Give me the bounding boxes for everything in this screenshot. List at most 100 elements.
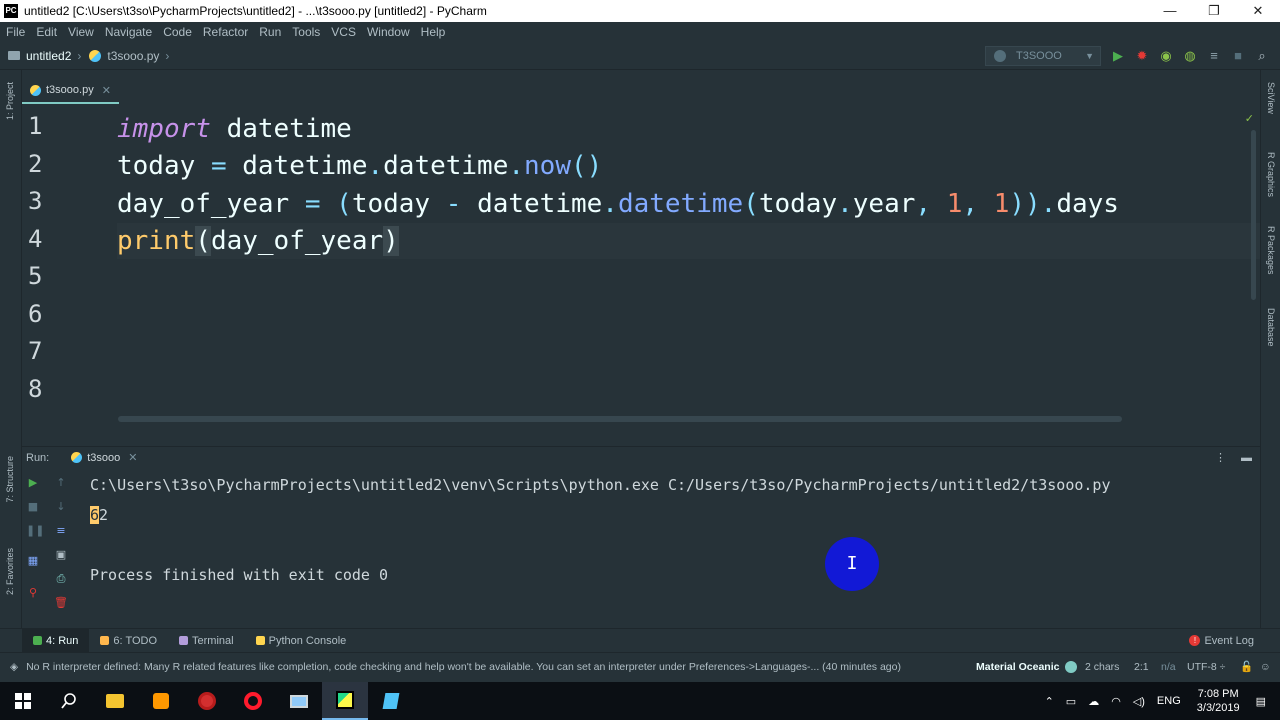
code-token: .: [508, 151, 525, 181]
code-token: today: [758, 189, 838, 219]
menu-code[interactable]: Code: [163, 25, 192, 39]
run-configuration-label: T3SOOO: [1016, 50, 1062, 62]
tool-todo[interactable]: 6: TODO: [89, 629, 168, 653]
run-console[interactable]: C:\Users\t3so\PycharmProjects\untitled2\…: [80, 470, 1260, 626]
run-tab-t3sooo[interactable]: t3sooo ✕: [71, 451, 138, 464]
close-run-tab-icon[interactable]: ✕: [128, 451, 137, 464]
clear-icon[interactable]: 🗑: [54, 596, 68, 610]
vertical-scrollbar[interactable]: [1251, 130, 1256, 300]
line-number: 2: [28, 150, 43, 178]
pause-icon[interactable]: ❚❚: [26, 524, 44, 538]
breadcrumb-project[interactable]: untitled2: [26, 49, 71, 63]
code-token: datetime: [617, 189, 744, 219]
show-hidden-icons[interactable]: ⌃: [1045, 695, 1054, 708]
minimize-button[interactable]: —: [1148, 0, 1192, 22]
sublime-text-icon[interactable]: [138, 682, 184, 720]
tool-event-log[interactable]: ! Event Log: [1189, 635, 1254, 647]
soft-wrap-icon[interactable]: ≡: [54, 524, 68, 538]
status-message[interactable]: No R interpreter defined: Many R related…: [26, 661, 901, 673]
run-toolbar: ▶ ↑ ■ ↓ ❚❚ ≡ ▦ ▣ ⎙ ⚲ 🗑: [22, 470, 80, 620]
volume-icon[interactable]: ◁): [1133, 695, 1145, 708]
tool-terminal[interactable]: Terminal: [168, 629, 245, 653]
tool-todo-label: 6: TODO: [113, 634, 158, 647]
line-separator[interactable]: n/a: [1161, 661, 1176, 673]
notes-app-icon[interactable]: [368, 682, 414, 720]
clock[interactable]: 7:08 PM 3/3/2019: [1197, 687, 1240, 715]
close-tab-icon[interactable]: ✕: [102, 84, 111, 97]
tab-t3sooo[interactable]: t3sooo.py ✕: [22, 78, 119, 104]
battery-icon[interactable]: ▭: [1066, 695, 1076, 708]
search-everywhere-icon[interactable]: ⌕: [1250, 48, 1274, 64]
pin-icon[interactable]: ⚲: [26, 586, 40, 600]
chevron-right-icon: ›: [165, 48, 170, 63]
code-token: (): [571, 151, 603, 181]
close-button[interactable]: ✕: [1236, 0, 1280, 22]
settings-icon[interactable]: ⋮: [1215, 451, 1226, 464]
restore-layout-icon[interactable]: ▦: [26, 554, 40, 568]
run-icon[interactable]: ▶: [1106, 48, 1130, 64]
caret-position[interactable]: 2:1: [1134, 661, 1149, 673]
menu-run[interactable]: Run: [259, 25, 281, 39]
code-editor[interactable]: 1 2 3 4 5 6 7 8 import datetime today = …: [22, 110, 1260, 428]
r-graphics-tool-button[interactable]: R Graphics: [1266, 152, 1276, 197]
notifications-icon[interactable]: ▤: [1256, 695, 1266, 708]
code-token: datetime: [226, 114, 352, 144]
clock-date: 3/3/2019: [1196, 702, 1240, 714]
search-icon[interactable]: [46, 682, 92, 720]
line-number: 4: [28, 225, 43, 253]
hide-panel-icon[interactable]: ▬: [1241, 452, 1252, 464]
wifi-icon[interactable]: ◠: [1111, 695, 1121, 708]
project-tool-button[interactable]: 1: Project: [5, 82, 15, 120]
sciview-tool-button[interactable]: SciView: [1266, 82, 1276, 114]
code-area[interactable]: import datetime today = datetime.datetim…: [117, 110, 1260, 428]
record-app-icon[interactable]: [184, 682, 230, 720]
code-token: =: [304, 189, 321, 219]
hector-icon[interactable]: ☺: [1260, 661, 1271, 673]
maximize-button[interactable]: ❐: [1192, 0, 1236, 22]
database-tool-button[interactable]: Database: [1266, 308, 1276, 347]
pycharm-taskbar-icon[interactable]: [322, 682, 368, 720]
stop-icon[interactable]: ■: [1226, 48, 1250, 64]
menu-window[interactable]: Window: [367, 25, 410, 39]
theme-name[interactable]: Material Oceanic: [976, 661, 1059, 673]
code-token: .: [367, 151, 384, 181]
menu-navigate[interactable]: Navigate: [105, 25, 152, 39]
menu-view[interactable]: View: [68, 25, 94, 39]
computer-icon[interactable]: [276, 682, 322, 720]
menu-file[interactable]: File: [6, 25, 25, 39]
tool-python-console[interactable]: Python Console: [245, 629, 358, 653]
profile-icon[interactable]: ◍: [1178, 48, 1202, 64]
menu-vcs[interactable]: VCS: [331, 25, 356, 39]
menu-refactor[interactable]: Refactor: [203, 25, 248, 39]
scroll-down-icon[interactable]: ↓: [54, 500, 68, 514]
export-icon[interactable]: ▣: [54, 548, 68, 562]
navigation-bar: untitled2 › t3sooo.py › T3SOOO ▼ ▶ ✹ ◉ ◍…: [0, 42, 1280, 70]
opera-icon[interactable]: [230, 682, 276, 720]
menu-edit[interactable]: Edit: [36, 25, 57, 39]
lock-icon[interactable]: 🔓: [1240, 660, 1253, 673]
run-configuration-select[interactable]: T3SOOO ▼: [985, 46, 1101, 66]
concurrency-icon[interactable]: ≡: [1202, 48, 1226, 64]
menu-tools[interactable]: Tools: [292, 25, 320, 39]
breadcrumb-file[interactable]: t3sooo.py: [107, 49, 159, 63]
file-explorer-icon[interactable]: [92, 682, 138, 720]
scroll-up-icon[interactable]: ↑: [54, 476, 68, 490]
line-number: 3: [28, 187, 43, 215]
windows-start-icon[interactable]: [0, 682, 46, 720]
stop-icon[interactable]: ■: [26, 500, 40, 514]
print-icon[interactable]: ⎙: [54, 572, 68, 586]
structure-tool-button[interactable]: 7: Structure: [5, 456, 15, 503]
system-tray: ⌃ ▭ ☁ ◠ ◁) ENG 7:08 PM 3/3/2019 ▤: [1039, 682, 1280, 720]
debug-icon[interactable]: ✹: [1130, 48, 1154, 64]
menu-help[interactable]: Help: [421, 25, 446, 39]
favorites-tool-button[interactable]: 2: Favorites: [5, 548, 15, 595]
language-indicator[interactable]: ENG: [1157, 695, 1181, 707]
cloud-icon[interactable]: ☁: [1088, 695, 1099, 708]
code-line-3: day_of_year = (today - datetime.datetime…: [117, 186, 1119, 222]
rerun-icon[interactable]: ▶: [26, 476, 40, 490]
coverage-icon[interactable]: ◉: [1154, 48, 1178, 64]
tool-run[interactable]: 4: Run: [22, 628, 90, 653]
horizontal-scrollbar[interactable]: [118, 416, 1122, 422]
file-encoding[interactable]: UTF-8 ÷: [1187, 661, 1225, 673]
r-packages-tool-button[interactable]: R Packages: [1266, 226, 1276, 275]
